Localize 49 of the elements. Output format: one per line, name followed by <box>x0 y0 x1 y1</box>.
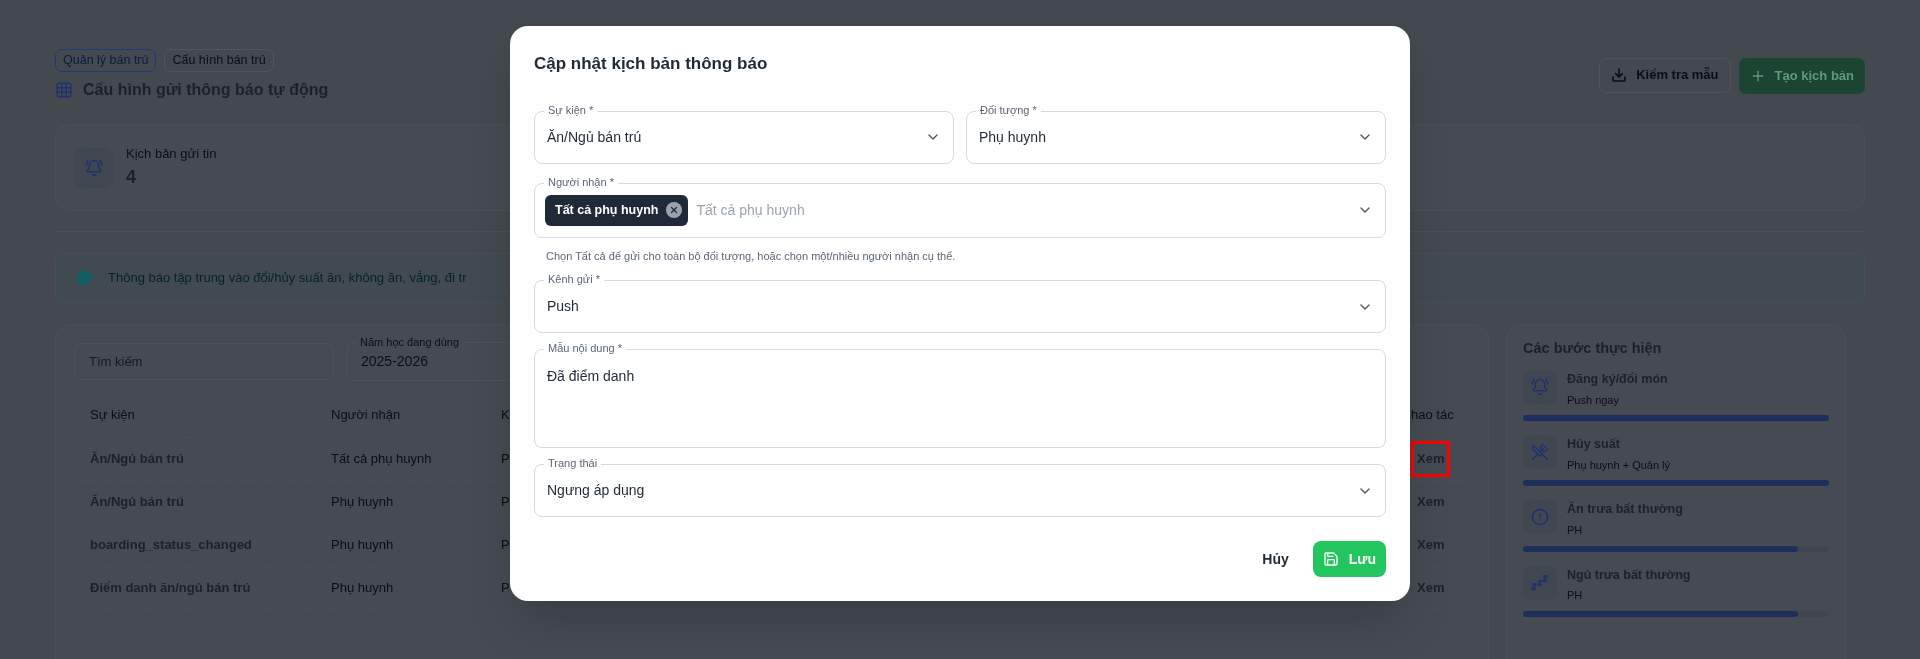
step-subtitle: PH <box>1567 523 1584 538</box>
info-text: Thông báo tập trung vào đổi/hủy suất ăn, không ăn, vắng, đi tr <box>108 269 467 288</box>
remove-chip-icon[interactable] <box>666 202 683 218</box>
bell-icon <box>1531 377 1549 396</box>
select-value: Ăn/Ngủ bán trú <box>547 127 642 147</box>
recipient-chip[interactable]: Tất cả phụ huynh <box>545 194 689 226</box>
column-header: Sự kiện <box>89 406 136 425</box>
field-label: Đối tượng * <box>976 102 1041 117</box>
column-header: Người nhận <box>331 406 402 425</box>
info-icon <box>74 268 94 288</box>
table-cell-text: Phụ huynh <box>331 493 395 512</box>
table-cell-text: P <box>501 450 510 469</box>
cancel-button[interactable]: Hủy <box>1262 548 1289 570</box>
textarea-value: Đã điểm danh <box>547 368 635 384</box>
table-cell-text: P <box>501 493 510 512</box>
table-cell-text: P <box>501 536 510 555</box>
select-value: Ngưng áp dụng <box>547 481 645 500</box>
table-cell-text: P <box>501 579 510 598</box>
table-cell-text: Phụ huynh <box>331 536 395 555</box>
dialog-title: Cập nhật kịch bản thông báo <box>534 53 769 75</box>
breadcrumb-link[interactable]: Cấu hình bán trú <box>164 49 274 72</box>
select-value: 2025-2026 <box>361 352 428 371</box>
field-label: Trạng thái <box>544 456 602 470</box>
field-label: Mẫu nội dung * <box>544 341 626 355</box>
download-icon <box>1611 67 1628 83</box>
chip-label: Tất cả phụ huynh <box>555 201 659 219</box>
step-subtitle: PH <box>1567 588 1584 604</box>
select-value: Push <box>547 297 579 316</box>
column-header: hao tác <box>1411 406 1455 425</box>
create-script-button[interactable]: Tạo kịch bản <box>1738 57 1865 94</box>
save-button[interactable]: Lưu <box>1312 541 1386 577</box>
table-cell-text: Phụ huynh <box>331 579 395 598</box>
breadcrumb-link[interactable]: Quản lý bán trú <box>55 49 157 72</box>
recipient-placeholder: Tất cả phụ huynh <box>696 200 805 220</box>
bell-icon <box>85 158 103 177</box>
alert-icon <box>1531 508 1549 527</box>
select-value: Phụ huynh <box>979 127 1046 147</box>
close-icon <box>669 205 680 215</box>
column-header: K <box>501 406 510 425</box>
sleep-icon <box>1531 574 1549 591</box>
utensils-icon <box>1531 443 1549 461</box>
grid-icon <box>55 81 73 99</box>
check-template-button[interactable]: Kiểm tra mẫu <box>1599 57 1731 93</box>
step-subtitle: Push ngay <box>1567 392 1620 408</box>
field-label: Kênh gửi * <box>544 272 604 286</box>
save-icon <box>1322 551 1339 567</box>
helper-text: Chọn Tất cả để gửi cho toàn bộ đối tượng, hoặc chọn một/nhiều người nhận cụ thể. <box>545 248 957 264</box>
stat-label: Kịch bản gửi tin <box>126 145 217 164</box>
table-cell-text: Tất cả phụ huynh <box>331 450 433 469</box>
